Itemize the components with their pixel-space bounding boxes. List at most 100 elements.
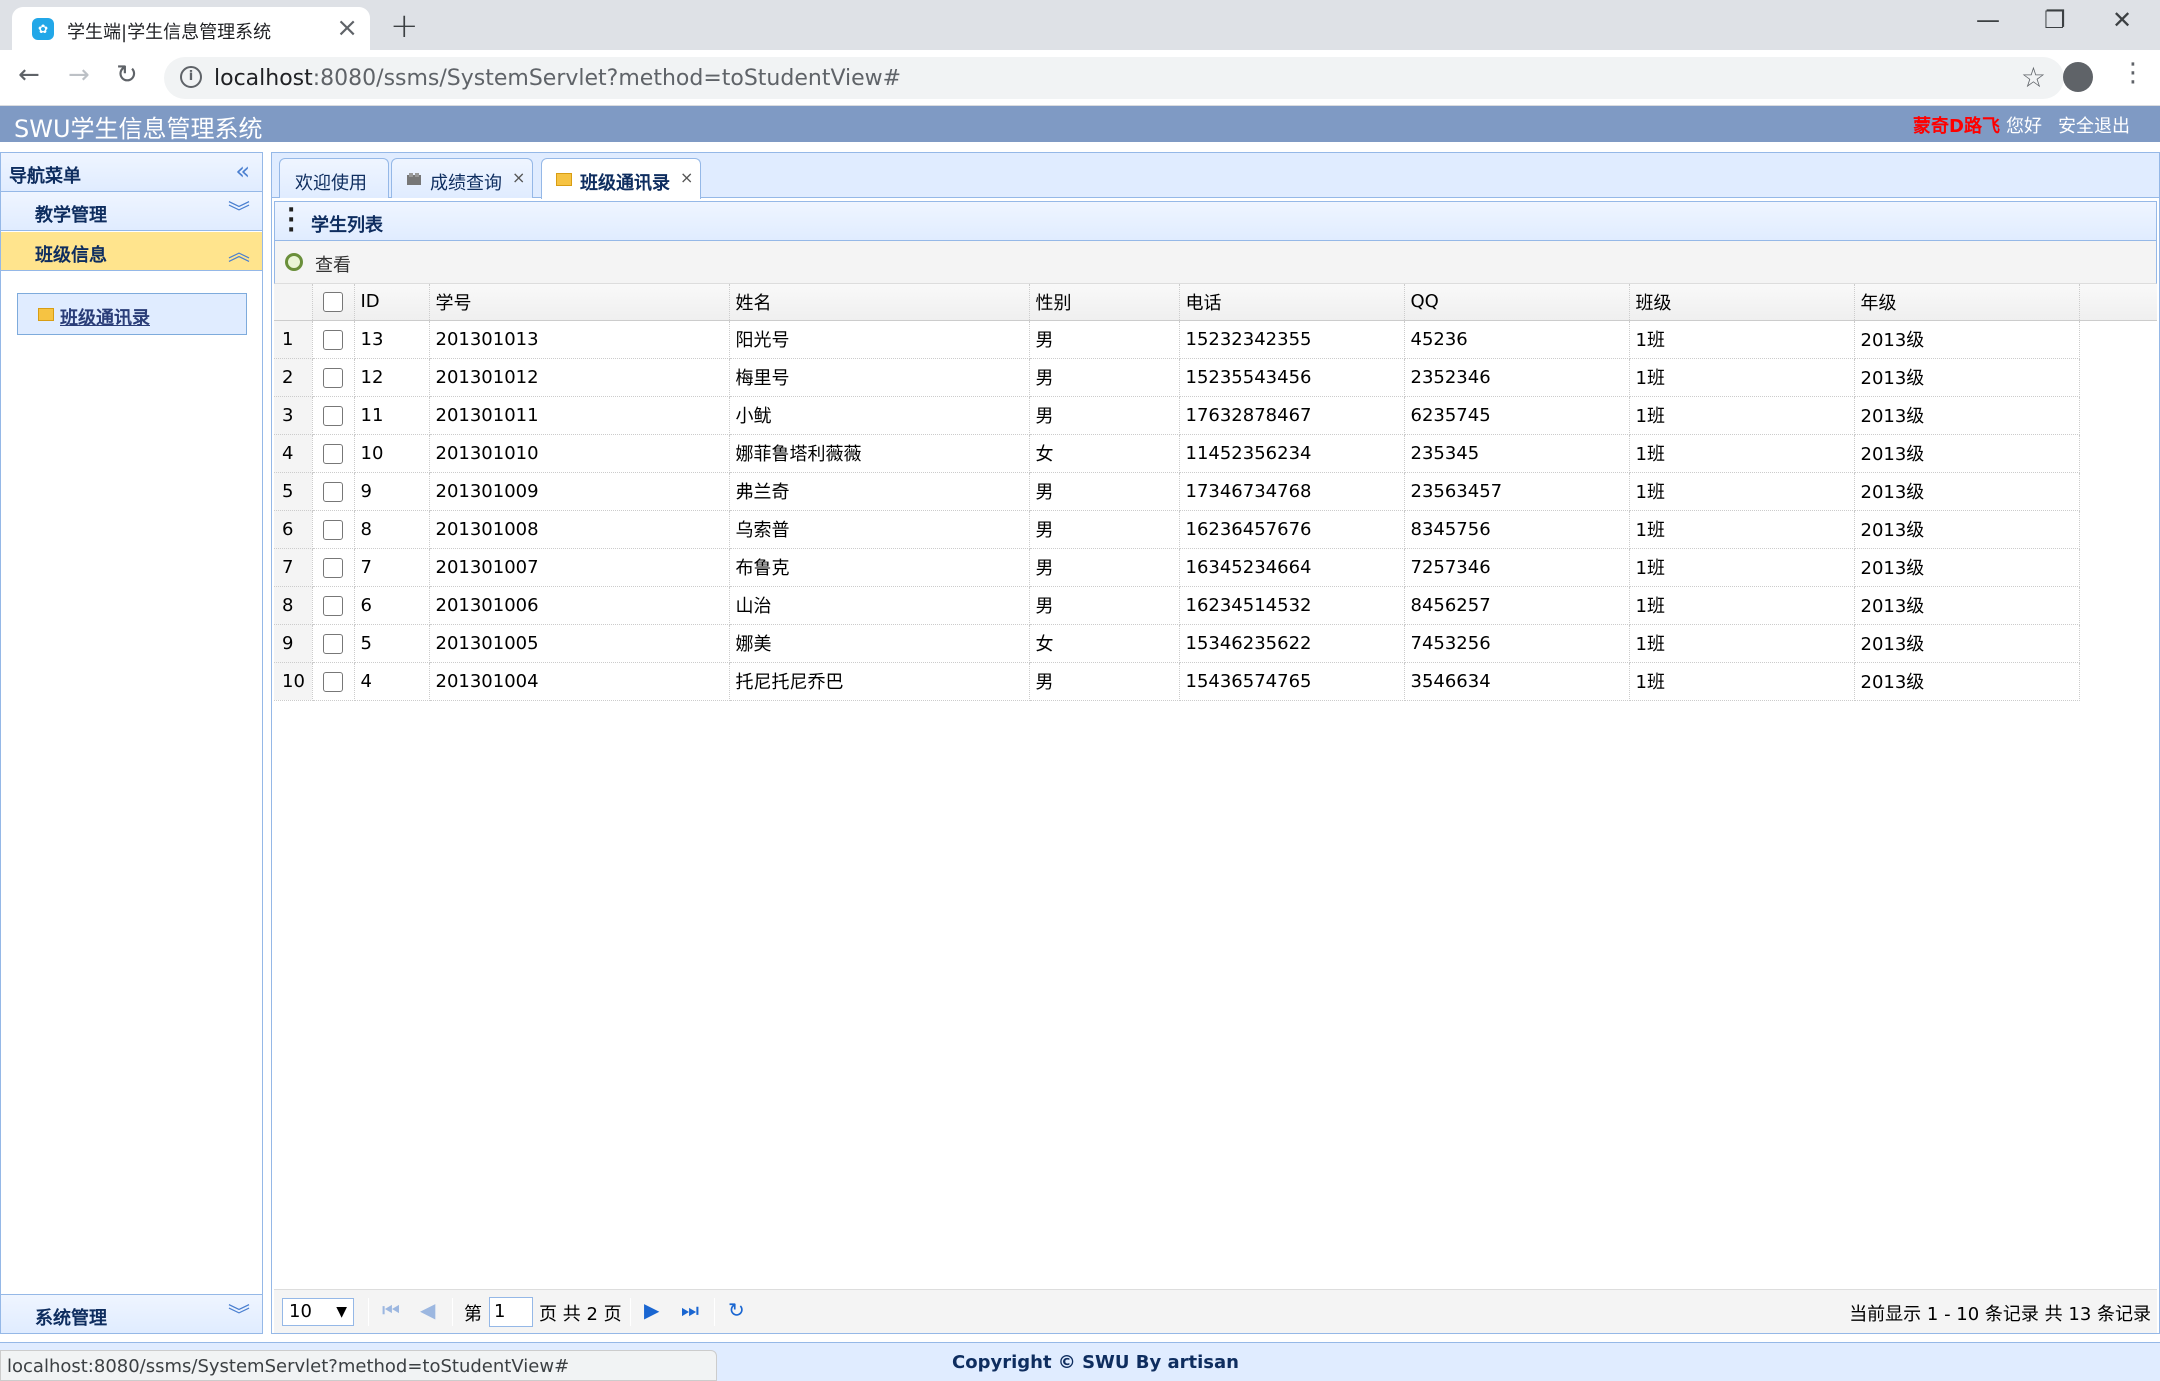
forward-icon[interactable]: → bbox=[68, 60, 90, 90]
row-number: 2 bbox=[274, 358, 313, 397]
table-row[interactable]: 2 12 201301012 梅里号男 15235543456 2352346 1班 2013… bbox=[274, 358, 2157, 397]
page-number-input[interactable]: 1 bbox=[489, 1297, 533, 1327]
collapse-icon[interactable]: ︽ bbox=[228, 235, 250, 267]
browser-tab[interactable]: ✿ 学生端|学生信息管理系统 × bbox=[12, 7, 370, 50]
row-checkbox[interactable] bbox=[322, 557, 343, 578]
column-header[interactable]: 班级 bbox=[1629, 284, 1855, 321]
app-header: SWU学生信息管理系统 蒙奇D路飞 您好 安全退出 bbox=[0, 106, 2160, 143]
table-row[interactable]: 3 11 201301011 小鱿男 17632878467 6235745 1班 2013级 bbox=[274, 396, 2157, 435]
profile-avatar-icon[interactable] bbox=[2063, 62, 2093, 92]
table-row[interactable]: 5 9 201301009 弗兰奇男 17346734768 23563457 1班 2013… bbox=[274, 472, 2157, 511]
row-select-cell bbox=[312, 434, 355, 473]
row-checkbox[interactable] bbox=[322, 595, 343, 616]
row-checkbox[interactable] bbox=[322, 367, 343, 388]
table-cell: 9 bbox=[354, 472, 430, 511]
table-cell: 201301008 bbox=[429, 510, 730, 549]
table-row[interactable]: 9 5 201301005 娜美女 15346235622 7453256 1班 2013级 bbox=[274, 624, 2157, 663]
table-cell: 1班 bbox=[1629, 358, 1855, 397]
sidebar-section-system[interactable]: 系统管理 ︾ bbox=[1, 1294, 262, 1333]
filler-cell bbox=[2079, 472, 2157, 510]
table-row[interactable]: 8 6 201301006 山治男 16234514532 8456257 1班 2013级 bbox=[274, 586, 2157, 625]
first-page-icon[interactable]: ⏮ bbox=[382, 1298, 400, 1322]
view-button[interactable]: 查看 bbox=[315, 251, 351, 277]
table-cell: 17632878467 bbox=[1179, 396, 1405, 435]
next-page-icon[interactable]: ▶ bbox=[644, 1298, 659, 1322]
table-row[interactable]: 7 7 201301007 布鲁克男 16345234664 7257346 1班 2013级 bbox=[274, 548, 2157, 587]
table-cell: 16234514532 bbox=[1179, 586, 1405, 625]
row-number: 9 bbox=[274, 624, 313, 663]
browser-tab-title: 学生端|学生信息管理系统 bbox=[67, 22, 272, 43]
column-header[interactable]: 电话 bbox=[1179, 284, 1405, 321]
window-close-icon[interactable]: ✕ bbox=[2112, 6, 2132, 34]
row-checkbox[interactable] bbox=[322, 633, 343, 654]
reload-icon[interactable]: ↻ bbox=[116, 60, 138, 90]
select-all-checkbox[interactable] bbox=[322, 292, 343, 313]
back-icon[interactable]: ← bbox=[18, 60, 40, 90]
row-number: 8 bbox=[274, 586, 313, 625]
page-prefix: 第 bbox=[464, 1304, 482, 1325]
logout-link[interactable]: 安全退出 bbox=[2058, 112, 2130, 138]
sidebar-item-contacts[interactable]: 班级通讯录 bbox=[17, 293, 247, 335]
row-checkbox[interactable] bbox=[322, 671, 343, 692]
new-tab-icon[interactable]: + bbox=[390, 6, 419, 46]
row-checkbox[interactable] bbox=[322, 443, 343, 464]
minimize-icon[interactable]: — bbox=[1976, 6, 2000, 34]
site-info-icon[interactable]: i bbox=[180, 66, 202, 88]
column-header[interactable]: QQ bbox=[1404, 284, 1630, 321]
tab-welcome[interactable]: 欢迎使用 bbox=[279, 158, 389, 198]
close-tab-icon[interactable]: × bbox=[680, 168, 693, 187]
collapse-sidebar-icon[interactable]: « bbox=[235, 157, 250, 185]
sidebar-section-teaching[interactable]: 教学管理 ︾ bbox=[1, 192, 262, 231]
row-number: 5 bbox=[274, 472, 313, 511]
table-cell: 小鱿 bbox=[729, 396, 1030, 435]
table-cell: 女 bbox=[1029, 434, 1180, 473]
table-cell: 乌索普 bbox=[729, 510, 1030, 549]
prev-page-icon[interactable]: ◀ bbox=[420, 1298, 435, 1322]
row-checkbox[interactable] bbox=[322, 519, 343, 540]
column-header[interactable]: 性别 bbox=[1029, 284, 1180, 321]
table-row[interactable]: 6 8 201301008 乌索普男 16236457676 8345756 1班 2013级 bbox=[274, 510, 2157, 549]
expand-icon[interactable]: ︾ bbox=[228, 1298, 250, 1330]
close-tab-icon[interactable]: × bbox=[336, 13, 358, 43]
tab-grades[interactable]: 成绩查询 × bbox=[391, 158, 533, 198]
table-cell: 2013级 bbox=[1854, 434, 2080, 473]
sidebar-section-label: 教学管理 bbox=[35, 205, 107, 226]
column-header[interactable]: 学号 bbox=[429, 284, 730, 321]
table-cell: 1班 bbox=[1629, 320, 1855, 359]
sidebar-section-class-info[interactable]: 班级信息 ︽ bbox=[1, 232, 262, 271]
url-text[interactable]: localhost:8080/ssms/SystemServlet?method… bbox=[214, 66, 901, 91]
column-header[interactable]: 年级 bbox=[1854, 284, 2080, 321]
table-cell: 男 bbox=[1029, 358, 1180, 397]
column-header[interactable]: 姓名 bbox=[729, 284, 1030, 321]
sidebar-section-label: 系统管理 bbox=[35, 1308, 107, 1329]
table-cell: 2013级 bbox=[1854, 396, 2080, 435]
site-favicon-icon: ✿ bbox=[32, 18, 54, 40]
sidebar-item-label[interactable]: 班级通讯录 bbox=[60, 304, 150, 330]
expand-icon[interactable]: ︾ bbox=[228, 195, 250, 227]
row-select-cell bbox=[312, 662, 355, 701]
tab-contacts[interactable]: 班级通讯录 × bbox=[541, 158, 701, 199]
refresh-icon[interactable]: ↻ bbox=[728, 1298, 745, 1322]
row-number: 4 bbox=[274, 434, 313, 473]
sidebar-section-label: 班级信息 bbox=[35, 245, 107, 266]
table-row[interactable]: 1 13 201301013 阳光号男 15232342355 45236 1班 2013级 bbox=[274, 320, 2157, 359]
filler-cell bbox=[2079, 434, 2157, 472]
table-row[interactable]: 4 10 201301010 娜菲鲁塔利薇薇女 11452356234 235345 1班 2… bbox=[274, 434, 2157, 473]
column-header[interactable]: ID bbox=[354, 284, 430, 321]
row-checkbox[interactable] bbox=[322, 405, 343, 426]
row-number: 6 bbox=[274, 510, 313, 549]
bookmark-star-icon[interactable]: ☆ bbox=[2021, 61, 2046, 94]
page-size-value: 10 bbox=[289, 1301, 312, 1322]
restore-icon[interactable]: ❐ bbox=[2044, 6, 2066, 34]
row-checkbox[interactable] bbox=[322, 481, 343, 502]
page-size-select[interactable]: 10 ▼ bbox=[282, 1298, 354, 1326]
table-cell: 17346734768 bbox=[1179, 472, 1405, 511]
nav-sidebar: 导航菜单 « 教学管理 ︾ 班级信息 ︽ 班级通讯录 系统管理 ︾ bbox=[0, 152, 263, 1334]
grid-title-bar: · · · 学生列表 bbox=[274, 200, 2157, 242]
browser-menu-icon[interactable]: ⋮ bbox=[2120, 58, 2146, 88]
row-checkbox[interactable] bbox=[322, 329, 343, 350]
close-tab-icon[interactable]: × bbox=[512, 168, 525, 187]
address-bar[interactable]: i localhost:8080/ssms/SystemServlet?meth… bbox=[164, 57, 2064, 99]
table-row[interactable]: 10 4 201301004 托尼托尼乔巴男 15436574765 3546634 1班 2… bbox=[274, 662, 2157, 701]
last-page-icon[interactable]: ⏭ bbox=[681, 1298, 699, 1322]
